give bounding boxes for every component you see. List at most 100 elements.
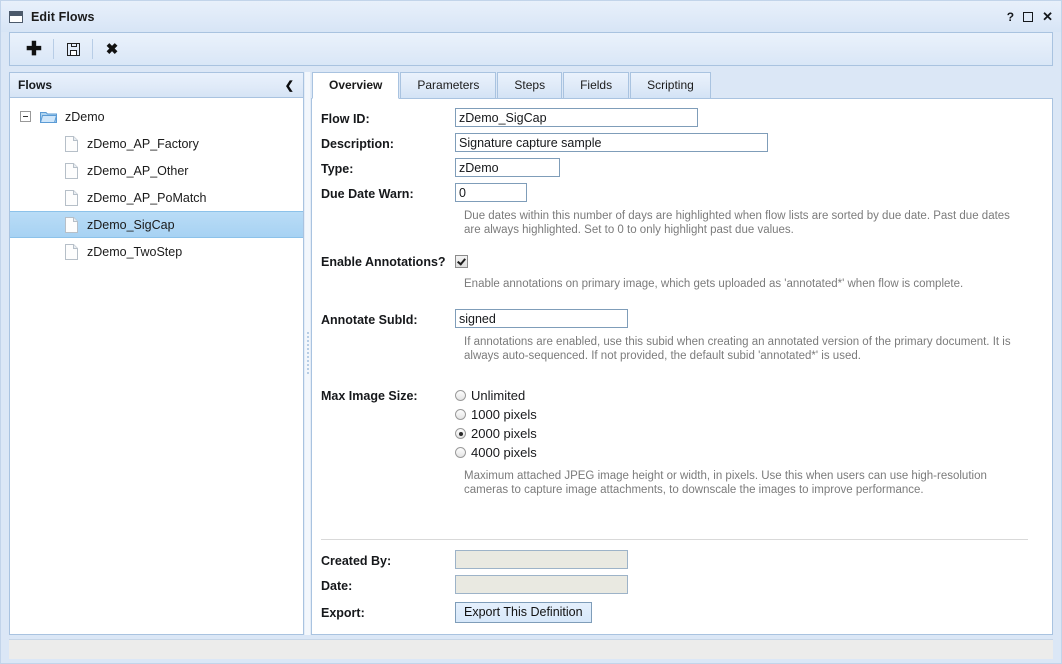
export-control: Export This Definition xyxy=(455,602,1052,623)
date-label: Date: xyxy=(312,575,455,597)
tree-node-folder[interactable]: zDemo xyxy=(10,103,303,130)
due-date-warn-hint: Due dates within this number of days are… xyxy=(312,209,1052,237)
tab-fields[interactable]: Fields xyxy=(563,72,629,98)
toolbar-wrapper: ✚ ✖ xyxy=(1,32,1061,66)
max-image-size-label: Max Image Size: xyxy=(312,385,455,407)
flows-panel-header: Flows ❮ xyxy=(10,73,303,98)
created-by-control xyxy=(455,550,1052,569)
field-row-export: Export: Export This Definition xyxy=(312,602,1052,624)
status-bar xyxy=(9,639,1053,659)
max-image-size-hint: Maximum attached JPEG image height or wi… xyxy=(312,469,1052,497)
toolbar-separator xyxy=(92,39,93,59)
field-row-max-image-size: Max Image Size: Unlimited 1000 pixels xyxy=(312,385,1052,462)
splitter-grip xyxy=(307,332,309,376)
description-control xyxy=(455,133,1052,152)
flows-tree[interactable]: zDemo zDemo_AP_Factory xyxy=(10,98,303,634)
radio-unlimited-icon xyxy=(455,390,466,401)
tree-node-label: zDemo_AP_PoMatch xyxy=(87,191,207,205)
export-definition-button[interactable]: Export This Definition xyxy=(455,602,592,623)
description-label: Description: xyxy=(312,133,455,155)
collapse-panel-button[interactable]: ❮ xyxy=(283,79,296,92)
tree-node-flow[interactable]: zDemo_TwoStep xyxy=(10,238,303,265)
enable-annotations-label: Enable Annotations? xyxy=(312,251,455,273)
save-flow-button[interactable] xyxy=(57,34,89,64)
due-date-warn-input[interactable] xyxy=(455,183,527,202)
due-date-warn-label: Due Date Warn: xyxy=(312,183,455,205)
tab-overview[interactable]: Overview xyxy=(312,72,399,99)
created-by-label: Created By: xyxy=(312,550,455,572)
annotate-subid-label: Annotate SubId: xyxy=(312,309,455,331)
due-date-warn-control xyxy=(455,183,1052,202)
type-input[interactable] xyxy=(455,158,560,177)
tab-scripting[interactable]: Scripting xyxy=(630,72,711,98)
field-row-description: Description: xyxy=(312,133,1052,155)
window-controls: ? ✕ xyxy=(1007,1,1053,32)
max-image-size-radio-group: Unlimited 1000 pixels 2000 pixels xyxy=(455,385,1052,462)
radio-option-2000[interactable]: 2000 pixels xyxy=(455,424,1052,443)
tree-node-label: zDemo_AP_Factory xyxy=(87,137,199,151)
field-row-type: Type: xyxy=(312,158,1052,180)
metadata-block: Created By: Date: xyxy=(312,540,1052,624)
tab-bar: Overview Parameters Steps Fields Scripti… xyxy=(311,72,1053,99)
created-by-input xyxy=(455,550,628,569)
document-icon xyxy=(65,244,78,260)
flows-panel: Flows ❮ zDemo xyxy=(9,72,304,635)
collapse-node-icon[interactable] xyxy=(20,111,31,122)
flow-id-input[interactable] xyxy=(455,108,698,127)
enable-annotations-checkbox[interactable] xyxy=(455,255,468,268)
add-flow-button[interactable]: ✚ xyxy=(18,34,50,64)
tab-steps[interactable]: Steps xyxy=(497,72,562,98)
main-content: Flows ❮ zDemo xyxy=(1,66,1061,635)
maximize-button[interactable] xyxy=(1023,12,1033,22)
help-button[interactable]: ? xyxy=(1007,11,1014,23)
flow-id-label: Flow ID: xyxy=(312,108,455,130)
field-row-date: Date: xyxy=(312,575,1052,597)
edit-flows-window: Edit Flows ? ✕ ✚ ✖ xyxy=(0,0,1062,664)
date-input xyxy=(455,575,628,594)
radio-4000-icon xyxy=(455,447,466,458)
tree-node-flow[interactable]: zDemo_AP_Other xyxy=(10,157,303,184)
tree-node-label: zDemo_AP_Other xyxy=(87,164,188,178)
type-control xyxy=(455,158,1052,177)
tree-node-flow-selected[interactable]: zDemo_SigCap xyxy=(10,211,303,238)
document-icon xyxy=(65,217,78,233)
field-row-flow-id: Flow ID: xyxy=(312,108,1052,130)
tree-node-label: zDemo_SigCap xyxy=(87,218,175,232)
tree-node-label: zDemo xyxy=(65,110,105,124)
window-title: Edit Flows xyxy=(31,10,95,24)
main-toolbar: ✚ ✖ xyxy=(9,32,1053,66)
flows-panel-title: Flows xyxy=(18,78,283,92)
annotate-subid-hint: If annotations are enabled, use this sub… xyxy=(312,335,1052,363)
description-input[interactable] xyxy=(455,133,768,152)
toolbar-separator xyxy=(53,39,54,59)
radio-1000-label: 1000 pixels xyxy=(471,407,537,422)
radio-4000-label: 4000 pixels xyxy=(471,445,537,460)
tree-node-flow[interactable]: zDemo_AP_Factory xyxy=(10,130,303,157)
enable-annotations-control xyxy=(455,251,1052,268)
radio-option-unlimited[interactable]: Unlimited xyxy=(455,386,1052,405)
type-label: Type: xyxy=(312,158,455,180)
tab-parameters[interactable]: Parameters xyxy=(400,72,496,98)
annotate-subid-control xyxy=(455,309,1052,328)
save-icon xyxy=(67,43,80,56)
annotate-subid-input[interactable] xyxy=(455,309,628,328)
enable-annotations-hint: Enable annotations on primary image, whi… xyxy=(312,277,1052,291)
field-row-enable-annotations: Enable Annotations? xyxy=(312,251,1052,273)
tree-node-label: zDemo_TwoStep xyxy=(87,245,182,259)
app-root: Edit Flows ? ✕ ✚ ✖ xyxy=(0,0,1062,664)
folder-icon xyxy=(40,110,57,123)
delete-flow-button[interactable]: ✖ xyxy=(96,34,128,64)
panel-splitter[interactable] xyxy=(304,72,311,635)
radio-1000-icon xyxy=(455,409,466,420)
close-button[interactable]: ✕ xyxy=(1042,10,1053,23)
radio-option-1000[interactable]: 1000 pixels xyxy=(455,405,1052,424)
radio-unlimited-label: Unlimited xyxy=(471,388,525,403)
details-panel: Overview Parameters Steps Fields Scripti… xyxy=(311,72,1053,635)
radio-option-4000[interactable]: 4000 pixels xyxy=(455,443,1052,462)
export-label: Export: xyxy=(312,602,455,624)
tree-node-flow[interactable]: zDemo_AP_PoMatch xyxy=(10,184,303,211)
window-icon xyxy=(9,11,23,23)
field-row-annotate-subid: Annotate SubId: xyxy=(312,309,1052,331)
document-icon xyxy=(65,163,78,179)
date-control xyxy=(455,575,1052,594)
